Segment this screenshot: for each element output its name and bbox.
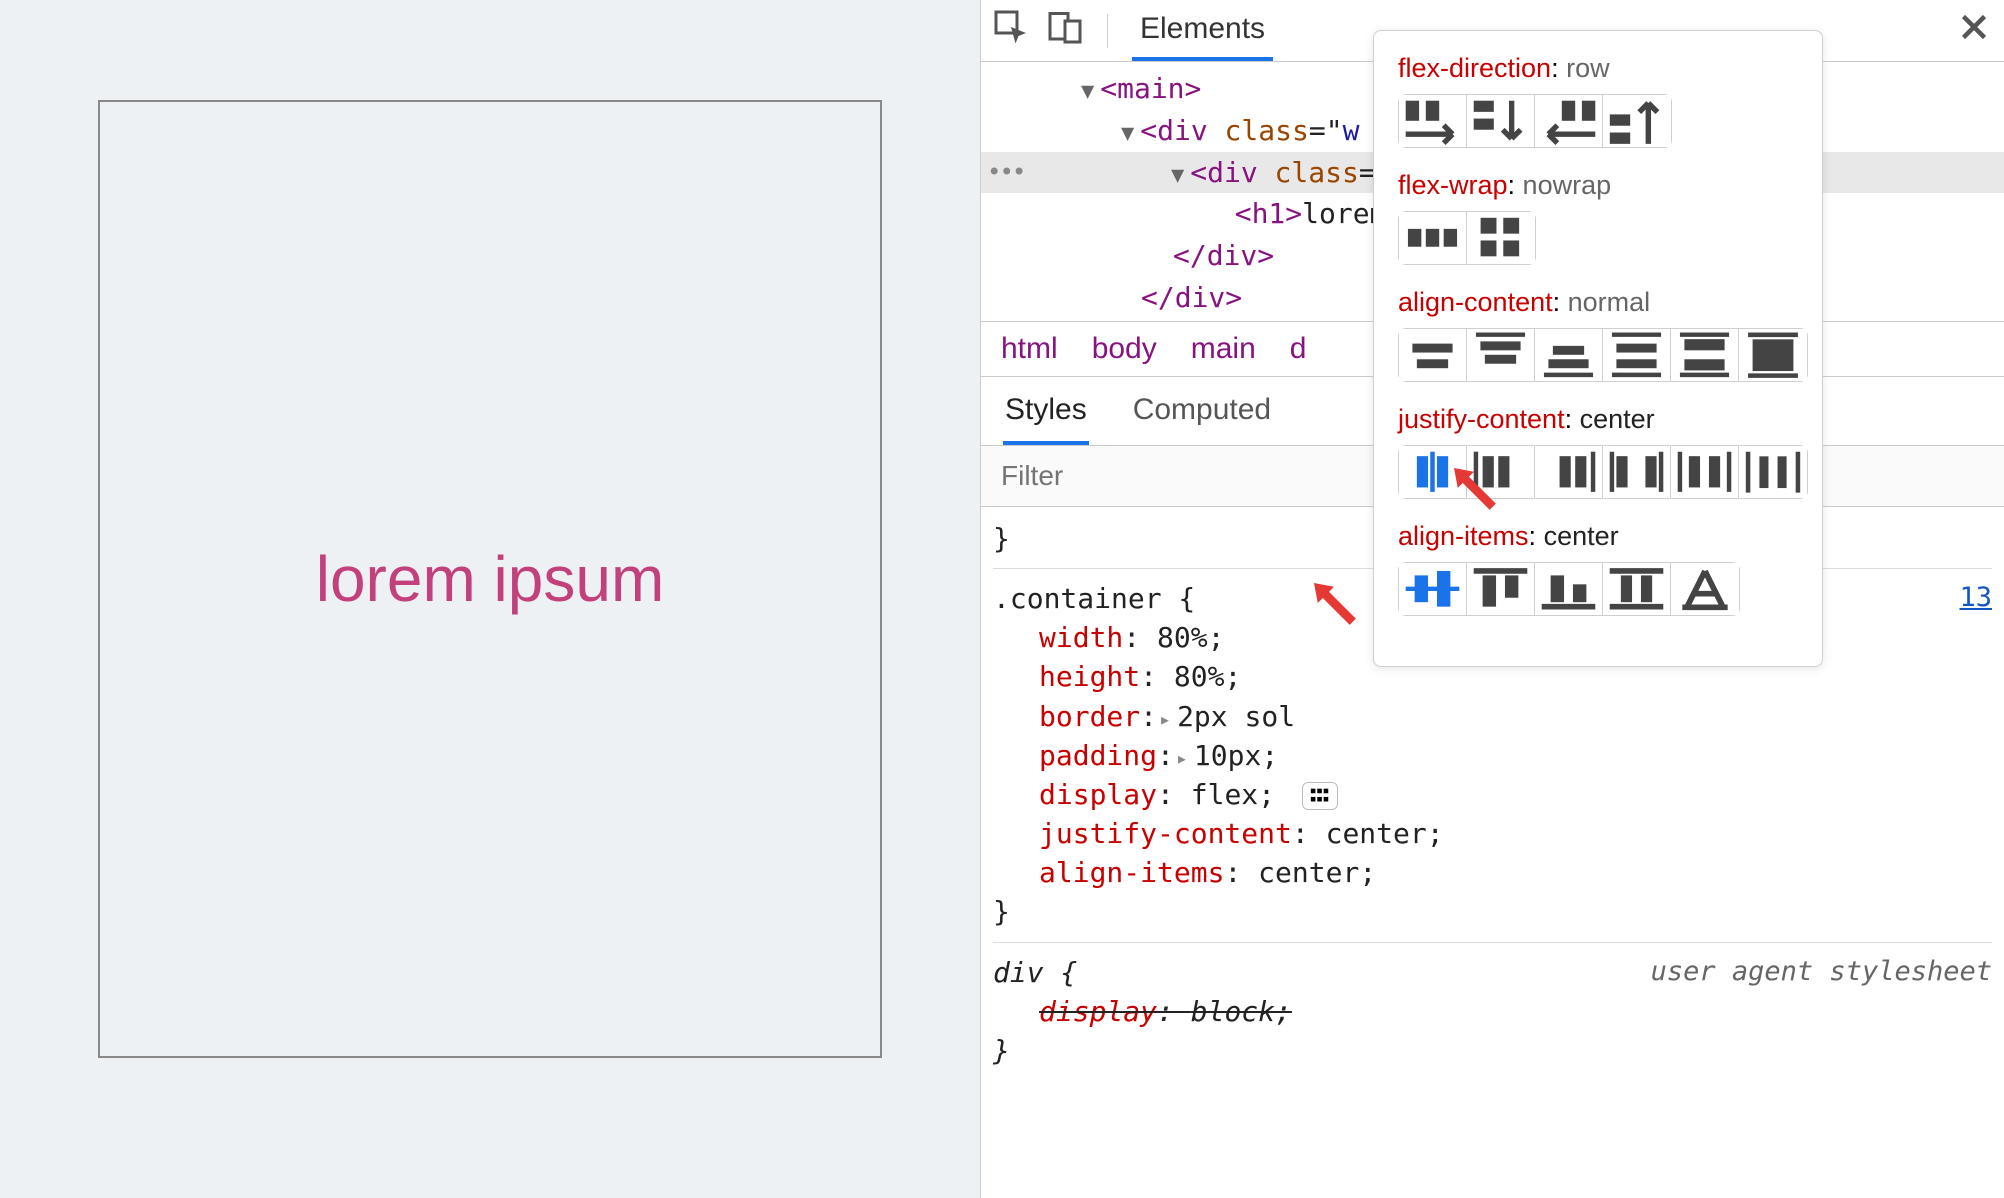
css-prop[interactable]: justify-content [1039,817,1292,850]
css-prop[interactable]: border [1039,700,1140,733]
css-val[interactable]: center [1326,817,1427,850]
css-rule-div[interactable]: user agent stylesheet div { display: blo… [993,942,1992,1071]
device-icon[interactable] [1047,9,1083,52]
flexbox-editor-popover: flex-direction: row flex-wrap: nowrap al… [1373,30,1823,667]
css-val[interactable]: 10px [1194,739,1261,772]
popover-val: row [1566,53,1610,83]
popover-prop: justify-content [1398,404,1565,434]
rule-close: } [993,895,1010,928]
rule-close: } [993,1034,1010,1067]
fd-row-icon[interactable] [1399,95,1467,147]
crumb-main[interactable]: main [1191,332,1256,366]
popover-prop: flex-wrap [1398,170,1508,200]
crumb-div[interactable]: d [1290,332,1307,366]
jc-end-icon[interactable] [1535,446,1603,498]
crumb-html[interactable]: html [1001,332,1058,366]
popover-val: center [1544,521,1619,551]
css-prop[interactable]: width [1039,621,1123,654]
rule-selector: .container { [993,582,1195,615]
preview-heading: lorem ipsum [316,542,665,616]
css-prop[interactable]: padding [1039,739,1157,772]
popover-prop: flex-direction [1398,53,1551,83]
ac-stretch-icon[interactable] [1739,329,1807,381]
ac-space-between-icon[interactable] [1671,329,1739,381]
section-align-items: align-items: center [1398,521,1798,616]
flexbox-editor-icon[interactable] [1302,782,1338,810]
ac-end-icon[interactable] [1535,329,1603,381]
css-val[interactable]: 80% [1157,621,1208,654]
css-prop[interactable]: display [1039,778,1157,811]
css-val[interactable]: center [1258,856,1359,889]
ai-end-icon[interactable] [1535,563,1603,615]
preview-container: lorem ipsum [98,100,882,1058]
ac-center-icon[interactable] [1399,329,1467,381]
annotation-arrow-icon [1444,463,1504,513]
css-val[interactable]: 2px sol [1177,700,1295,733]
ai-start-icon[interactable] [1467,563,1535,615]
close-icon[interactable] [1956,9,1992,52]
ai-center-icon[interactable] [1399,563,1467,615]
fd-column-icon[interactable] [1467,95,1535,147]
page-preview: lorem ipsum [0,0,980,1198]
popover-val: nowrap [1523,170,1612,200]
tab-elements[interactable]: Elements [1132,0,1273,61]
source-link[interactable]: 13 [1959,579,1992,617]
css-val[interactable]: 80% [1174,660,1225,693]
section-align-content: align-content: normal [1398,287,1798,382]
ua-label: user agent stylesheet [1651,953,1992,991]
jc-space-evenly-icon[interactable] [1739,446,1807,498]
css-prop[interactable]: display [1039,995,1157,1028]
fd-column-reverse-icon[interactable] [1603,95,1671,147]
popover-prop: align-content [1398,287,1553,317]
tab-computed[interactable]: Computed [1131,377,1273,445]
fw-nowrap-icon[interactable] [1399,212,1467,264]
ac-space-around-icon[interactable] [1603,329,1671,381]
popover-val: normal [1568,287,1651,317]
section-flex-wrap: flex-wrap: nowrap [1398,170,1798,265]
inspect-icon[interactable] [993,9,1029,52]
crumb-body[interactable]: body [1092,332,1157,366]
ai-baseline-icon[interactable] [1671,563,1739,615]
fd-row-reverse-icon[interactable] [1535,95,1603,147]
tab-styles[interactable]: Styles [1003,377,1089,445]
devtools-panel: Elements ▼<main> ▼<div class="w ▼<div cl… [980,0,2004,1198]
ac-start-icon[interactable] [1467,329,1535,381]
css-val[interactable]: flex [1191,778,1258,811]
ai-stretch-icon[interactable] [1603,563,1671,615]
jc-space-between-icon[interactable] [1603,446,1671,498]
annotation-arrow-icon [1304,578,1364,628]
css-val[interactable]: block [1191,995,1275,1028]
css-prop[interactable]: align-items [1039,856,1224,889]
fw-wrap-icon[interactable] [1467,212,1535,264]
popover-prop: align-items [1398,521,1529,551]
toolbar-divider [1107,14,1108,48]
section-flex-direction: flex-direction: row [1398,53,1798,148]
jc-space-around-icon[interactable] [1671,446,1739,498]
popover-val: center [1580,404,1655,434]
rule-selector: div { [993,956,1077,989]
css-prop[interactable]: height [1039,660,1140,693]
